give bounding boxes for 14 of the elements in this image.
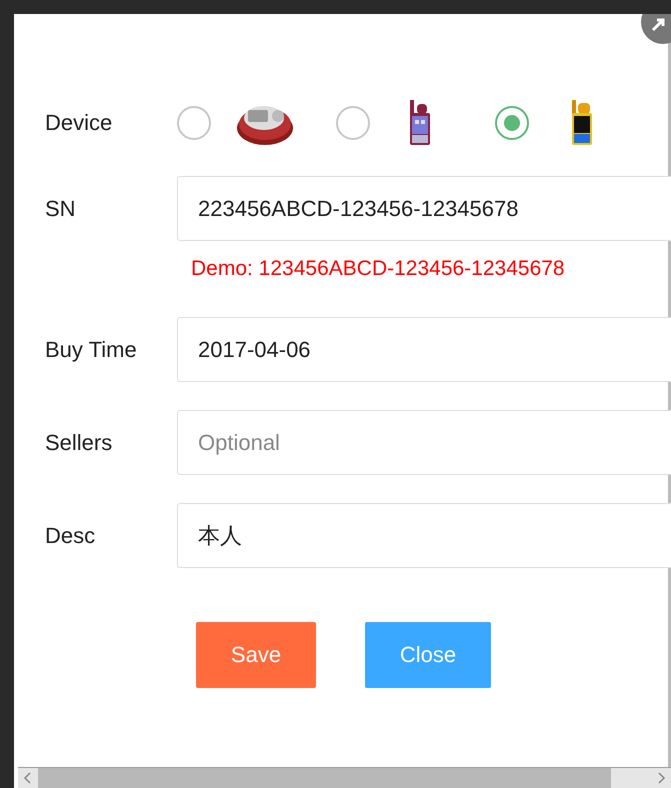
input-field[interactable]: 本人 [177, 503, 671, 568]
input-field[interactable]: 223456ABCD-123456-12345678 [177, 176, 671, 241]
field-label: Sellers [45, 430, 114, 456]
field-label: Desc [45, 522, 96, 548]
field-label: SN [45, 196, 77, 222]
scrollbar-thumb[interactable] [38, 768, 611, 788]
radio-button[interactable] [495, 106, 529, 140]
input-field[interactable]: Optional [177, 410, 671, 475]
radio-button[interactable] [177, 106, 211, 140]
radio-button[interactable] [336, 106, 370, 140]
field-label: Device [45, 110, 114, 136]
hint-text: Demo: 123456ABCD-123456-12345678 [191, 257, 566, 281]
field-label: Buy Time [45, 336, 138, 362]
input-field[interactable]: 2017-04-06 [177, 317, 671, 382]
